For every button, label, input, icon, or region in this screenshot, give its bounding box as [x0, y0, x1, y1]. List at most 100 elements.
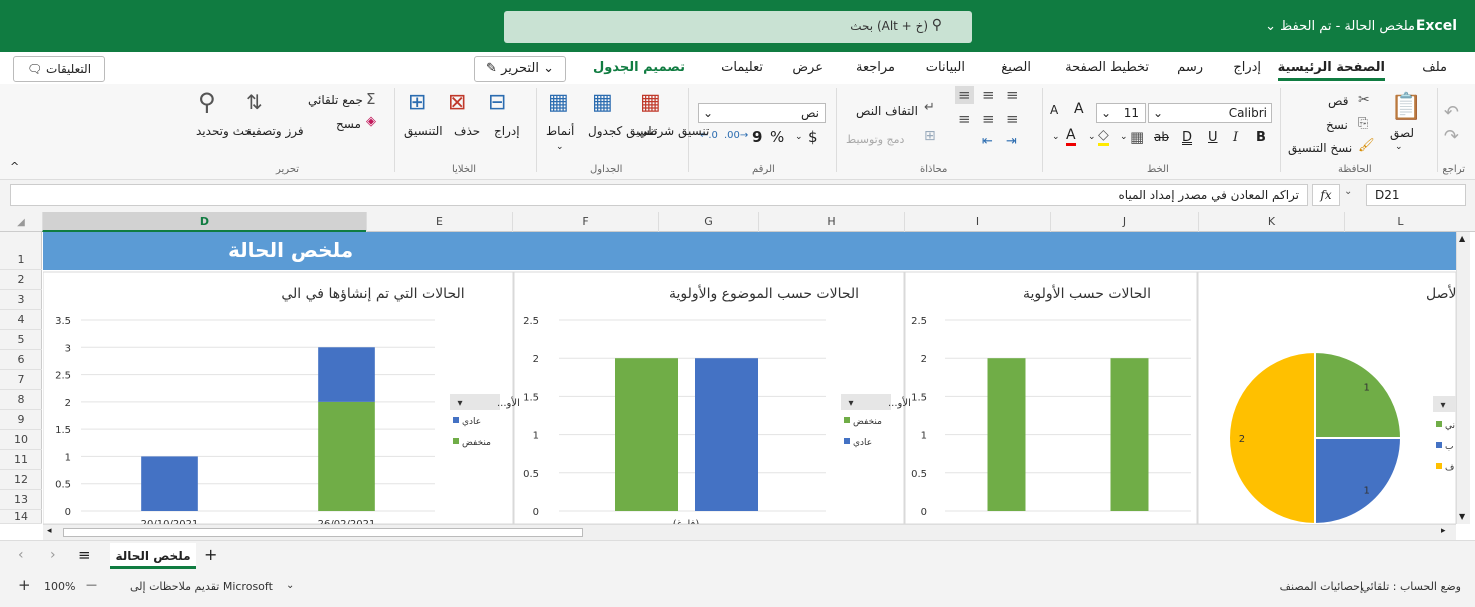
column-header-e[interactable]: E — [366, 212, 512, 232]
bar[interactable] — [987, 358, 1026, 511]
chart-panel-1[interactable] — [43, 271, 514, 524]
feedback-button[interactable]: تقديم ملاحظات إلى Microsoft — [130, 580, 273, 593]
prev-sheet-icon[interactable]: ‹ — [18, 547, 24, 563]
row-header-8[interactable]: 8 — [0, 390, 42, 410]
align-center-icon[interactable]: ≡ — [982, 110, 995, 128]
insert-function-button[interactable]: fx — [1312, 184, 1340, 206]
column-header-j[interactable]: J — [1050, 212, 1198, 232]
search-box[interactable]: ⚲ بحث (Alt + خ) — [504, 11, 972, 43]
tab-data[interactable]: البيانات — [926, 60, 965, 75]
italic-button[interactable]: I — [1233, 130, 1238, 145]
horizontal-scroll-thumb[interactable] — [63, 528, 583, 537]
chevron-down-icon[interactable]: ⌄ — [286, 580, 294, 591]
chevron-down-icon[interactable]: ⌄ — [1088, 132, 1096, 142]
app-name[interactable]: Excel — [1416, 18, 1457, 34]
cut-button[interactable]: قص — [1328, 94, 1348, 108]
autosum-button[interactable]: جمع تلقائي — [308, 93, 363, 107]
clear-button[interactable]: مسح — [336, 117, 361, 131]
delete-cells-button[interactable]: حذف — [454, 124, 480, 138]
sheet-list-icon[interactable]: ≡ — [78, 546, 91, 564]
vertical-scrollbar[interactable]: ▲ ▼ — [1456, 232, 1470, 524]
column-header-i[interactable]: I — [904, 212, 1050, 232]
format-painter-button[interactable]: نسخ التنسيق — [1288, 141, 1352, 155]
row-header-14[interactable]: 14 — [0, 510, 42, 524]
grow-font-button[interactable]: A — [1074, 101, 1084, 117]
column-header-k[interactable]: K — [1198, 212, 1344, 232]
column-header-h[interactable]: H — [758, 212, 904, 232]
row-header-10[interactable]: 10 — [0, 430, 42, 450]
underline-button[interactable]: U — [1208, 130, 1218, 145]
scroll-right-icon[interactable]: ▸ — [1441, 526, 1446, 536]
bold-button[interactable]: B — [1256, 130, 1266, 145]
insert-cells-button[interactable]: إدراج — [494, 124, 520, 138]
paste-icon[interactable]: 📋 — [1390, 92, 1422, 122]
chevron-down-icon[interactable]: ⌄ — [1395, 142, 1403, 152]
row-header-4[interactable]: 4 — [0, 310, 42, 330]
zoom-level[interactable]: 100% — [44, 580, 75, 593]
row-header-12[interactable]: 12 — [0, 470, 42, 490]
column-header-f[interactable]: F — [512, 212, 658, 232]
row-header-9[interactable]: 9 — [0, 410, 42, 430]
increase-decimal-icon[interactable]: .00→ — [724, 130, 748, 141]
collapse-ribbon-icon[interactable]: ^ — [10, 160, 19, 173]
double-underline-button[interactable]: D — [1182, 130, 1192, 145]
column-header-g[interactable]: G — [658, 212, 758, 232]
chevron-down-icon[interactable]: ⌄ — [795, 132, 803, 142]
bar[interactable] — [1110, 358, 1149, 511]
worksheet-grid[interactable]: ملخص الحالة الحالات التي تم إنشاؤها في ا… — [43, 232, 1456, 524]
cell-styles-button[interactable]: أنماط — [546, 124, 574, 138]
comma-style-button[interactable]: 9 — [752, 128, 762, 146]
tab-table-design[interactable]: تصميم الجدول — [593, 60, 685, 75]
chevron-down-icon[interactable]: ⌄ — [1120, 132, 1128, 142]
borders-icon[interactable]: ▦ — [1130, 128, 1144, 146]
align-middle-icon[interactable]: ≡ — [982, 86, 995, 104]
bar[interactable] — [615, 358, 678, 511]
copy-button[interactable]: نسخ — [1326, 118, 1348, 132]
document-title[interactable]: ملخص الحالة - تم الحفظ ⌄ — [1265, 19, 1415, 34]
chevron-down-icon[interactable]: ⌄ — [1344, 186, 1352, 197]
align-left-icon[interactable]: ≡ — [958, 110, 971, 128]
workbook-stats-button[interactable]: إحصائيات المصنف — [1280, 580, 1363, 593]
indent-increase-icon[interactable]: ⇥ — [1006, 134, 1017, 149]
row-header-3[interactable]: 3 — [0, 290, 42, 310]
undo-icon[interactable]: ↶ — [1444, 102, 1459, 123]
select-all-corner[interactable]: ◢ — [0, 212, 42, 232]
tab-page-layout[interactable]: تخطيط الصفحة — [1065, 60, 1149, 75]
tab-help[interactable]: تعليمات — [721, 60, 763, 75]
percent-button[interactable]: % — [770, 128, 784, 146]
indent-decrease-icon[interactable]: ⇤ — [982, 134, 993, 149]
merge-center-button[interactable]: دمج وتوسيط — [846, 133, 904, 146]
tab-draw[interactable]: رسم — [1177, 60, 1203, 75]
row-header-6[interactable]: 6 — [0, 350, 42, 370]
next-sheet-icon[interactable]: › — [50, 547, 56, 563]
wrap-text-button[interactable]: التفاف النص — [856, 104, 918, 118]
format-as-table-button[interactable]: تنسيق كجدول — [588, 124, 657, 139]
tab-file[interactable]: ملف — [1422, 60, 1447, 75]
currency-button[interactable]: $ — [808, 128, 818, 146]
tab-formulas[interactable]: الصيغ — [1001, 60, 1031, 75]
font-color-icon[interactable]: A — [1066, 128, 1076, 146]
horizontal-scrollbar[interactable]: ◂ ▸ — [43, 524, 1456, 540]
scroll-up-icon[interactable]: ▲ — [1459, 234, 1465, 243]
scroll-down-icon[interactable]: ▼ — [1459, 512, 1465, 521]
bar[interactable] — [695, 358, 758, 511]
strikethrough-button[interactable]: ab — [1154, 130, 1169, 144]
redo-icon[interactable]: ↷ — [1444, 126, 1459, 147]
column-header-l[interactable]: L — [1344, 212, 1456, 232]
paste-button[interactable]: لصق — [1390, 126, 1414, 140]
name-box[interactable]: D21 — [1366, 184, 1466, 206]
formula-input[interactable]: تراكم المعادن في مصدر إمداد المياه — [10, 184, 1308, 206]
comments-button[interactable]: 🗨 التعليقات — [13, 56, 105, 82]
fill-color-icon[interactable]: ◇ — [1098, 128, 1109, 146]
bar[interactable] — [318, 401, 375, 511]
format-cells-button[interactable]: التنسيق — [404, 124, 443, 138]
font-size-select[interactable]: ⌄ 11 — [1096, 103, 1146, 123]
bar[interactable] — [141, 456, 198, 511]
zoom-out-button[interactable]: — — [86, 578, 97, 591]
scroll-left-icon[interactable]: ◂ — [47, 526, 52, 536]
tab-home[interactable]: الصفحة الرئيسية — [1277, 60, 1386, 81]
chart-panel-3[interactable] — [904, 271, 1198, 524]
align-top-icon[interactable]: ≡ — [1006, 86, 1019, 104]
row-header-2[interactable]: 2 — [0, 270, 42, 290]
chevron-down-icon[interactable]: ⌄ — [1052, 132, 1060, 142]
